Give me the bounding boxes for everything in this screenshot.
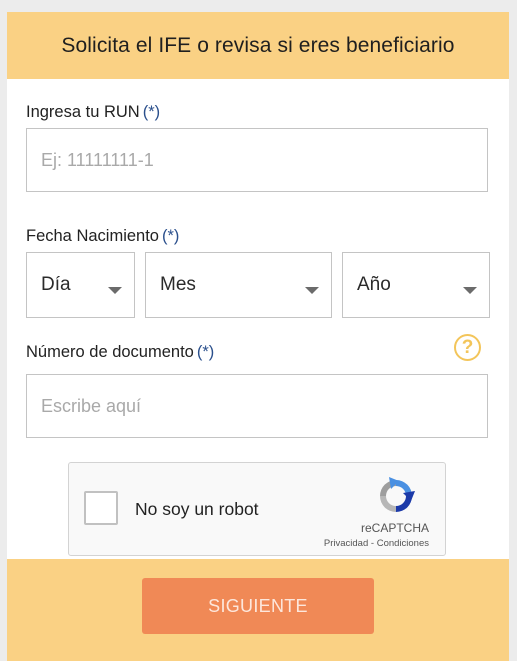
document-input[interactable] xyxy=(26,374,488,438)
chevron-down-icon xyxy=(305,287,319,294)
document-label-text: Número de documento xyxy=(26,343,194,361)
document-required-marker: (*) xyxy=(196,343,215,361)
recaptcha-terms-link[interactable]: Condiciones xyxy=(377,538,429,549)
recaptcha-link-separator: - xyxy=(368,538,377,549)
recaptcha-checkbox[interactable] xyxy=(84,491,118,525)
recaptcha-links: Privacidad - Condiciones xyxy=(324,538,429,549)
run-label-text: Ingresa tu RUN xyxy=(26,103,140,121)
day-select[interactable]: Día xyxy=(26,252,135,318)
year-select[interactable]: Año xyxy=(342,252,490,318)
form-title: Solicita el IFE o revisa si eres benefic… xyxy=(61,33,455,57)
next-button[interactable]: SIGUIENTE xyxy=(142,578,374,634)
month-select[interactable]: Mes xyxy=(145,252,332,318)
day-select-value: Día xyxy=(41,274,71,295)
recaptcha-logo-icon xyxy=(380,477,415,512)
chevron-down-icon xyxy=(463,287,477,294)
run-input[interactable] xyxy=(26,128,488,192)
recaptcha-brand: reCAPTCHA xyxy=(360,521,429,535)
birthdate-required-marker: (*) xyxy=(161,227,180,245)
run-required-marker: (*) xyxy=(142,103,161,121)
month-select-value: Mes xyxy=(160,274,196,295)
form-footer: SIGUIENTE xyxy=(7,559,509,661)
form-header: Solicita el IFE o revisa si eres benefic… xyxy=(7,12,509,79)
document-label: Número de documento (*) xyxy=(26,343,214,362)
birthdate-label: Fecha Nacimiento (*) xyxy=(26,227,179,246)
run-label: Ingresa tu RUN (*) xyxy=(26,103,160,122)
birthdate-label-text: Fecha Nacimiento xyxy=(26,227,159,245)
recaptcha-privacy-link[interactable]: Privacidad xyxy=(324,538,368,549)
chevron-down-icon xyxy=(108,287,122,294)
recaptcha-label: No soy un robot xyxy=(135,499,259,519)
recaptcha-widget: No soy un robot reCAPTCHA Privacidad - C… xyxy=(68,462,446,556)
year-select-value: Año xyxy=(357,274,391,295)
question-circle-icon[interactable]: ? xyxy=(454,334,481,361)
form-card: Solicita el IFE o revisa si eres benefic… xyxy=(7,12,509,661)
